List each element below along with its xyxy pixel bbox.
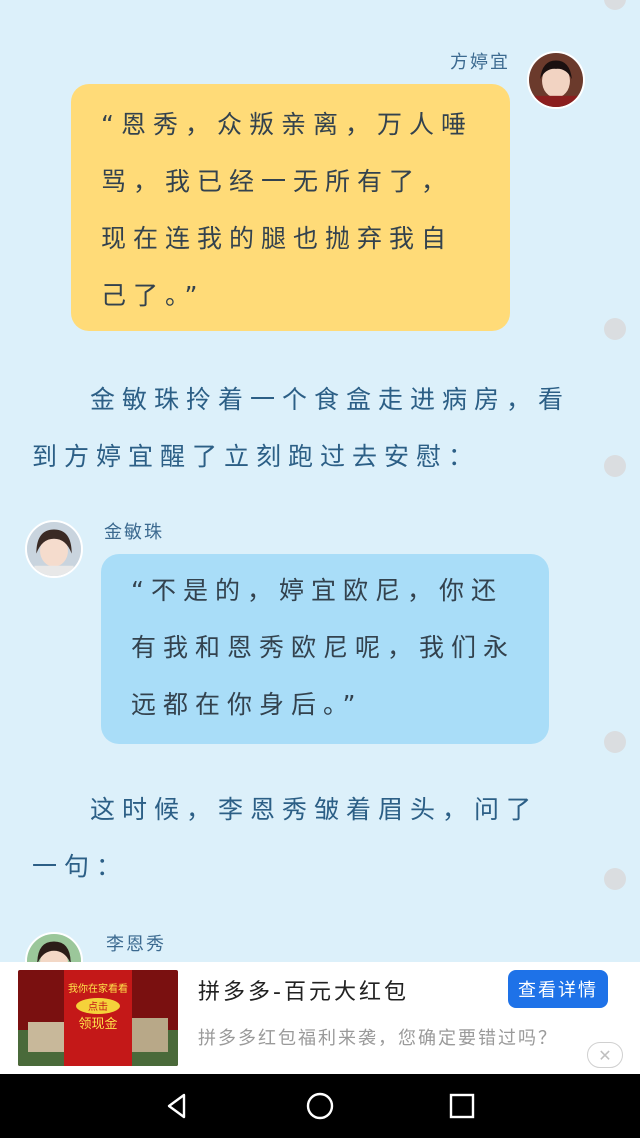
- back-icon[interactable]: [162, 1090, 194, 1122]
- message-text: “恩秀，众叛亲离，万人唾骂，我已经一无所有了，现在连我的腿也抛弃我自己了。”: [101, 110, 473, 310]
- message-bubble: “恩秀，众叛亲离，万人唾骂，我已经一无所有了，现在连我的腿也抛弃我自己了。”: [71, 84, 510, 331]
- ad-image-text: 领现金: [78, 1016, 117, 1032]
- page-marker-dot: [604, 318, 626, 340]
- avatar[interactable]: [25, 520, 83, 578]
- avatar[interactable]: [527, 51, 585, 109]
- message-text: “不是的，婷宜欧尼，你还有我和恩秀欧尼呢，我们永远都在你身后。”: [131, 576, 516, 719]
- avatar[interactable]: [25, 932, 83, 962]
- close-icon[interactable]: ✕: [587, 1042, 623, 1068]
- narration-paragraph: 金敏珠拎着一个食盒走进病房，看到方婷宜醒了立刻跑过去安慰：: [32, 385, 571, 471]
- message-bubble: “不是的，婷宜欧尼，你还有我和恩秀欧尼呢，我们永远都在你身后。”: [101, 554, 549, 744]
- reader-view[interactable]: 方婷宜 “恩秀，众叛亲离，万人唾骂，我已经一无所有了，现在连我的腿也抛弃我自己了…: [0, 0, 640, 962]
- recents-icon[interactable]: [446, 1090, 478, 1122]
- narration-paragraph: 这时候，李恩秀皱着眉头，问了一句：: [32, 795, 539, 881]
- page-marker-dot: [604, 455, 626, 477]
- speaker-name: 李恩秀: [106, 934, 166, 955]
- ad-description[interactable]: 拼多多红包福利来袭，您确定要错过吗？: [198, 1024, 558, 1050]
- ad-banner[interactable]: 我你在家看看 点击 领现金 拼多多-百元大红包 拼多多红包福利来袭，您确定要错过…: [0, 962, 640, 1074]
- ad-image-text: 我你在家看看: [68, 982, 128, 995]
- page-marker-dot: [604, 731, 626, 753]
- system-navigation-bar: [0, 1074, 640, 1138]
- view-details-button[interactable]: 查看详情: [508, 970, 608, 1008]
- home-icon[interactable]: [304, 1090, 336, 1122]
- ad-image-text: 点击: [88, 1001, 108, 1013]
- speaker-name: 方婷宜: [450, 52, 510, 73]
- speaker-name: 金敏珠: [104, 522, 164, 543]
- ad-image[interactable]: 我你在家看看 点击 领现金: [18, 970, 178, 1066]
- page-marker-dot: [604, 0, 626, 10]
- ad-title[interactable]: 拼多多-百元大红包: [198, 974, 409, 1006]
- page-marker-dot: [604, 868, 626, 890]
